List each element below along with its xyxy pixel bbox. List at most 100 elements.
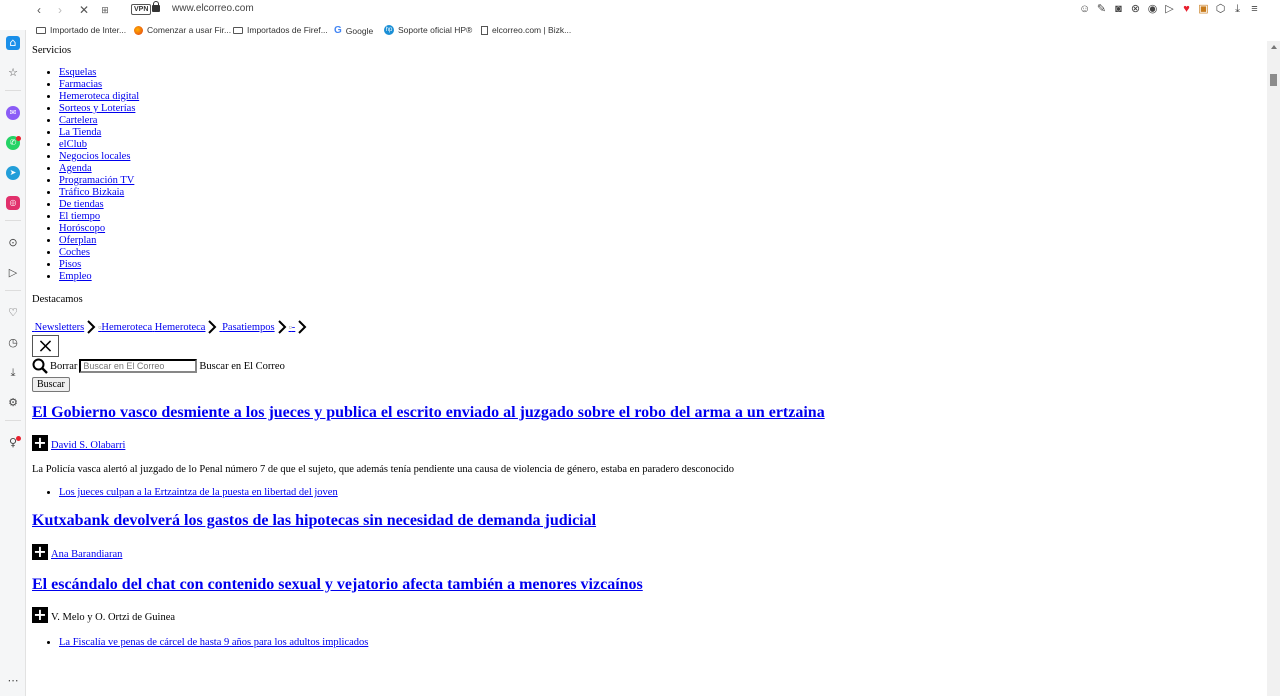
telegram-icon[interactable]: ➤	[6, 166, 20, 180]
service-link[interactable]: Agenda	[59, 163, 92, 174]
search-icon[interactable]	[32, 358, 48, 374]
url-field[interactable]: www.elcorreo.com	[172, 3, 254, 14]
list-item: La Fiscalía ve penas de cárcel de hasta …	[59, 637, 368, 648]
download-icon[interactable]: ⤓	[1232, 2, 1243, 16]
newsletters-link[interactable]: Newsletters	[32, 322, 85, 333]
list-item: De tiendas	[59, 199, 139, 211]
sidebar-divider	[5, 290, 21, 291]
camera-icon[interactable]: ◙	[1113, 2, 1124, 16]
service-link[interactable]: De tiendas	[59, 199, 104, 210]
edit-icon[interactable]: ✎	[1096, 2, 1107, 16]
heart-icon[interactable]: ♥	[1181, 2, 1192, 16]
page-scrollbar[interactable]	[1267, 41, 1280, 696]
service-link[interactable]: Oferplan	[59, 235, 96, 246]
player-icon[interactable]: ⊙	[6, 236, 20, 250]
notification-dot	[16, 136, 21, 141]
service-link[interactable]: Programación TV	[59, 175, 134, 186]
bookmark-label: Comenzar a usar Fir...	[147, 25, 232, 35]
notification-dot	[16, 436, 21, 441]
article-headline-link[interactable]: El Gobierno vasco desmiente a los jueces…	[32, 404, 825, 421]
scrollbar-thumb[interactable]	[1270, 74, 1277, 86]
more-options-icon[interactable]: ⋯	[6, 674, 20, 688]
lock-icon[interactable]	[152, 1, 160, 12]
extra-highlight-link[interactable]: ▫-	[289, 322, 296, 333]
service-link[interactable]: Sorteos y Loterías	[59, 103, 135, 114]
close-icon	[39, 340, 52, 352]
send-flow-icon[interactable]: ▷	[6, 266, 20, 280]
bookmark-item[interactable]: Comenzar a usar Fir...	[134, 25, 231, 35]
instagram-icon[interactable]: ◎	[6, 196, 20, 210]
vpn-badge[interactable]: VPN	[131, 4, 152, 15]
settings-gear-icon[interactable]: ⚙	[6, 396, 20, 410]
bookmark-item[interactable]: hp Soporte oficial HP®	[384, 25, 472, 35]
bookmark-label: elcorreo.com | Bizk...	[492, 25, 572, 35]
bookmark-item[interactable]: elcorreo.com | Bizk...	[481, 25, 571, 35]
service-link[interactable]: Farmacias	[59, 79, 102, 90]
back-arrow-icon[interactable]: ‹	[33, 2, 45, 18]
extension-icon[interactable]: ▣	[1198, 2, 1209, 16]
bookmark-item[interactable]: G Google	[334, 25, 373, 36]
emoji-icon[interactable]: ☺	[1079, 2, 1090, 16]
plus-icon[interactable]: +	[32, 435, 48, 451]
list-item: Sorteos y Loterías	[59, 103, 139, 115]
article-headline-link[interactable]: El escándalo del chat con contenido sexu…	[32, 576, 643, 593]
wallet-icon[interactable]: ◉	[1147, 2, 1158, 16]
service-link[interactable]: Negocios locales	[59, 151, 130, 162]
clear-search-label[interactable]: Borrar	[50, 361, 77, 372]
author-link[interactable]: David S. Olabarri	[51, 440, 125, 451]
service-link[interactable]: Cartelera	[59, 115, 97, 126]
service-link[interactable]: Coches	[59, 247, 90, 258]
downloads-icon[interactable]: ⤓	[6, 366, 20, 380]
close-search-button[interactable]	[32, 335, 59, 357]
list-item: Empleo	[59, 271, 139, 283]
service-link[interactable]: elClub	[59, 139, 87, 150]
list-item: Hemeroteca digital	[59, 91, 139, 103]
speed-dial-grid-icon[interactable]: ⊞	[98, 2, 112, 18]
plus-icon[interactable]: +	[32, 607, 48, 623]
list-item: Pisos	[59, 259, 139, 271]
bookmarks-star-icon[interactable]: ☆	[6, 66, 20, 80]
history-clock-icon[interactable]: ◷	[6, 336, 20, 350]
author-name: V. Melo y O. Ortzi de Guinea	[51, 612, 176, 623]
stop-loading-icon[interactable]: ✕	[78, 2, 90, 18]
forward-arrow-icon[interactable]: ›	[54, 2, 66, 18]
hemeroteca-label: Hemeroteca	[154, 321, 206, 333]
service-link[interactable]: Esquelas	[59, 67, 96, 78]
related-link[interactable]: La Fiscalía ve penas de cárcel de hasta …	[59, 637, 368, 648]
bookmark-label: Importado de Inter...	[50, 25, 127, 35]
send-icon[interactable]: ▷	[1164, 2, 1175, 16]
author-link[interactable]: Ana Barandiaran	[51, 549, 122, 560]
search-submit-button[interactable]: Buscar	[32, 377, 70, 392]
list-item: Cartelera	[59, 115, 139, 127]
article-headline: El Gobierno vasco desmiente a los jueces…	[32, 403, 825, 423]
pasatiempos-link[interactable]: Pasatiempos	[219, 322, 275, 333]
service-link[interactable]: Empleo	[59, 271, 92, 282]
service-link[interactable]: La Tienda	[59, 127, 101, 138]
search-label: Buscar en El Correo	[199, 360, 285, 372]
article-author: + David S. Olabarri	[32, 435, 125, 451]
article-headline-link[interactable]: Kutxabank devolverá los gastos de las hi…	[32, 512, 596, 529]
search-input[interactable]	[79, 359, 198, 373]
menu-icon[interactable]: ≡	[1249, 2, 1260, 16]
service-link[interactable]: Tráfico Bizkaia	[59, 187, 124, 198]
toolbar-right: ☺ ✎ ◙ ⊗ ◉ ▷ ♥ ▣ ⬡ ⤓ ≡	[1079, 2, 1260, 16]
messenger-icon[interactable]: ✉	[6, 106, 20, 120]
adblock-icon[interactable]: ⊗	[1130, 2, 1141, 16]
list-item: El tiempo	[59, 211, 139, 223]
hemeroteca-link[interactable]: ▫Hemeroteca Hemeroteca	[98, 322, 205, 333]
scroll-up-arrow-icon[interactable]	[1271, 45, 1277, 49]
highlights-nav: Newsletters ▫Hemeroteca Hemeroteca Pasat…	[32, 320, 309, 334]
home-icon[interactable]: ⌂	[6, 36, 20, 50]
list-item: La Tienda	[59, 127, 139, 139]
heart-outline-icon[interactable]: ♡	[6, 306, 20, 320]
cube-icon[interactable]: ⬡	[1215, 2, 1226, 16]
service-link[interactable]: El tiempo	[59, 211, 100, 222]
service-link[interactable]: Horóscopo	[59, 223, 105, 234]
plus-icon[interactable]: +	[32, 544, 48, 560]
bookmark-folder[interactable]: Importados de Firef...	[233, 25, 328, 35]
related-link[interactable]: Los jueces culpan a la Ertzaintza de la …	[59, 487, 338, 498]
bookmark-folder[interactable]: Importado de Inter...	[36, 25, 126, 35]
service-link[interactable]: Pisos	[59, 259, 81, 270]
service-link[interactable]: Hemeroteca digital	[59, 91, 139, 102]
list-item: Horóscopo	[59, 223, 139, 235]
